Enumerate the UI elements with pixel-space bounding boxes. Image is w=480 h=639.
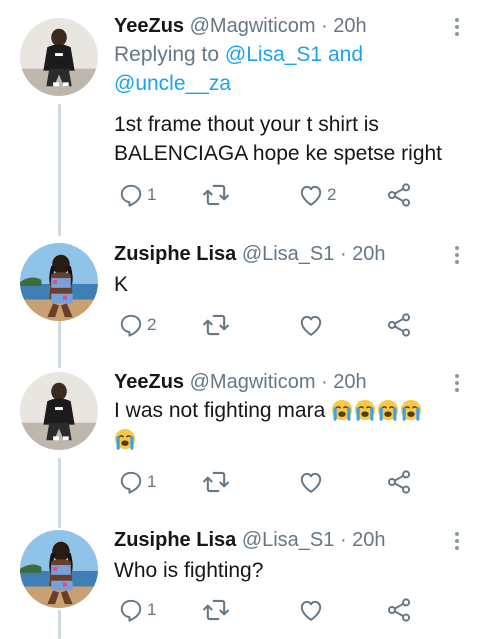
share-icon bbox=[386, 312, 412, 338]
display-name[interactable]: YeeZus bbox=[114, 371, 184, 393]
heart-icon bbox=[298, 312, 324, 338]
share-button[interactable] bbox=[386, 467, 412, 497]
tweet-header: YeeZus @Magwiticom · 20h bbox=[114, 12, 458, 40]
crying-emoji-icon bbox=[354, 399, 376, 421]
mention-link[interactable]: @Lisa_S1 bbox=[225, 43, 322, 66]
crying-emoji-icon bbox=[114, 428, 136, 450]
tweet-text: 1st frame thout your t shirt is BALENCIA… bbox=[114, 113, 443, 165]
like-button[interactable]: 2 bbox=[298, 180, 336, 210]
heart-icon bbox=[298, 182, 324, 208]
username[interactable]: @Magwiticom bbox=[190, 371, 316, 393]
reply-button[interactable]: 1 bbox=[118, 467, 156, 497]
reply-count: 2 bbox=[147, 315, 157, 334]
like-button[interactable] bbox=[298, 467, 324, 497]
avatar[interactable] bbox=[20, 243, 98, 321]
tweet-text: Who is fighting? bbox=[114, 559, 264, 582]
retweet-icon bbox=[202, 181, 230, 209]
reply-icon bbox=[118, 182, 144, 208]
tweet-header: Zusiphe Lisa @Lisa_S1 · 20h bbox=[114, 240, 458, 268]
reply-button[interactable]: 1 bbox=[118, 595, 156, 625]
more-vertical-icon[interactable] bbox=[454, 374, 460, 395]
timestamp[interactable]: · 20h bbox=[340, 529, 386, 551]
reply-button[interactable]: 1 bbox=[118, 180, 156, 210]
like-count: 2 bbox=[327, 185, 337, 204]
more-vertical-icon[interactable] bbox=[454, 532, 460, 553]
avatar[interactable] bbox=[20, 530, 98, 608]
heart-icon bbox=[298, 597, 324, 623]
avatar[interactable] bbox=[20, 18, 98, 96]
crying-emoji-icon bbox=[377, 399, 399, 421]
retweet-icon bbox=[202, 596, 230, 624]
timestamp[interactable]: · 20h bbox=[321, 371, 367, 393]
tweet[interactable]: Zusiphe Lisa @Lisa_S1 · 20h Who is fight… bbox=[0, 520, 480, 639]
tweet[interactable]: YeeZus @Magwiticom · 20h I was not fight… bbox=[0, 370, 480, 520]
timestamp[interactable]: · 20h bbox=[340, 243, 386, 265]
tweet-header: YeeZus @Magwiticom · 20h bbox=[114, 368, 458, 396]
replying-to: Replying to @Lisa_S1 and @uncle__za bbox=[114, 40, 458, 98]
more-vertical-icon[interactable] bbox=[454, 246, 460, 267]
reply-count: 1 bbox=[147, 472, 157, 491]
timestamp[interactable]: · 20h bbox=[321, 15, 367, 37]
reply-icon bbox=[118, 597, 144, 623]
tweet-header: Zusiphe Lisa @Lisa_S1 · 20h bbox=[114, 526, 458, 554]
share-button[interactable] bbox=[386, 595, 412, 625]
reply-count: 1 bbox=[147, 600, 157, 619]
mention-and[interactable]: and bbox=[328, 43, 363, 66]
tweet[interactable]: YeeZus @Magwiticom · 20h Replying to @Li… bbox=[0, 0, 480, 236]
tweet[interactable]: Zusiphe Lisa @Lisa_S1 · 20h K 2 bbox=[0, 236, 480, 370]
display-name[interactable]: YeeZus bbox=[114, 15, 184, 37]
reply-count: 1 bbox=[147, 185, 157, 204]
username[interactable]: @Lisa_S1 bbox=[242, 529, 335, 551]
mention-link[interactable]: @uncle__za bbox=[114, 72, 231, 95]
replying-to-label: Replying to bbox=[114, 43, 220, 66]
retweet-button[interactable] bbox=[202, 467, 230, 497]
reply-button[interactable]: 2 bbox=[118, 310, 156, 340]
share-button[interactable] bbox=[386, 310, 412, 340]
share-icon bbox=[386, 469, 412, 495]
username[interactable]: @Lisa_S1 bbox=[242, 243, 335, 265]
heart-icon bbox=[298, 469, 324, 495]
reply-icon bbox=[118, 312, 144, 338]
retweet-button[interactable] bbox=[202, 180, 230, 210]
display-name[interactable]: Zusiphe Lisa bbox=[114, 529, 236, 551]
share-icon bbox=[386, 182, 412, 208]
reply-icon bbox=[118, 469, 144, 495]
tweet-text: I was not fighting mara bbox=[114, 396, 458, 454]
tweet-text-body: I was not fighting mara bbox=[114, 399, 326, 422]
share-button[interactable] bbox=[386, 180, 412, 210]
retweet-button[interactable] bbox=[202, 310, 230, 340]
display-name[interactable]: Zusiphe Lisa bbox=[114, 243, 236, 265]
retweet-icon bbox=[202, 311, 230, 339]
avatar[interactable] bbox=[20, 372, 98, 450]
share-icon bbox=[386, 597, 412, 623]
like-button[interactable] bbox=[298, 595, 324, 625]
more-vertical-icon[interactable] bbox=[454, 18, 460, 39]
like-button[interactable] bbox=[298, 310, 324, 340]
crying-emoji-icon bbox=[400, 399, 422, 421]
retweet-icon bbox=[202, 468, 230, 496]
crying-emoji-icon bbox=[331, 399, 353, 421]
tweet-text: K bbox=[114, 273, 129, 296]
retweet-button[interactable] bbox=[202, 595, 230, 625]
username[interactable]: @Magwiticom bbox=[190, 15, 316, 37]
